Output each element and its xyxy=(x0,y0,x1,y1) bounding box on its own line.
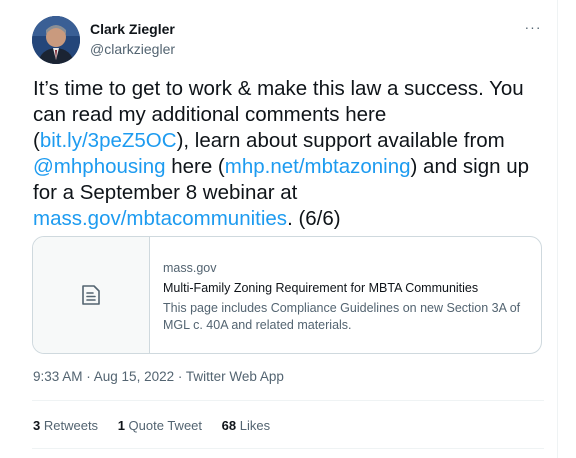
document-icon xyxy=(82,285,100,305)
retweets-label: Retweets xyxy=(43,418,99,433)
tweet-text-part: . (6/6) xyxy=(287,207,341,230)
retweets-count: 3 xyxy=(33,418,41,433)
card-domain: mass.gov xyxy=(163,261,217,275)
tweet: Clark Ziegler @clarkziegler ··· It’s tim… xyxy=(0,0,558,458)
quote-tweets-count: 1 xyxy=(117,418,125,433)
avatar-image xyxy=(32,16,80,64)
tweet-text-part: here ( xyxy=(165,155,225,178)
link-card[interactable]: mass.gov Multi-Family Zoning Requirement… xyxy=(32,236,542,354)
divider xyxy=(32,448,544,449)
likes-label: Likes xyxy=(239,418,271,433)
retweets-stat[interactable]: 3 Retweets xyxy=(33,418,98,433)
quote-tweets-label: Quote Tweet xyxy=(128,418,203,433)
engagement-stats: 3 Retweets 1 Quote Tweet 68 Likes xyxy=(33,417,286,435)
divider xyxy=(32,400,544,401)
card-thumbnail xyxy=(33,237,150,353)
mention-mhphousing[interactable]: @mhphousing xyxy=(33,155,166,178)
likes-stat[interactable]: 68 Likes xyxy=(222,418,270,433)
likes-count: 68 xyxy=(221,418,237,433)
card-title: Multi-Family Zoning Requirement for MBTA… xyxy=(163,281,479,295)
author-name[interactable]: Clark Ziegler xyxy=(90,20,175,38)
author-handle[interactable]: @clarkziegler xyxy=(90,40,175,58)
link-bitly[interactable]: bit.ly/3peZ5OC xyxy=(40,129,177,152)
avatar[interactable] xyxy=(32,16,80,64)
tweet-text-part: ), learn about support available from xyxy=(176,129,505,152)
link-mass-gov[interactable]: mass.gov/mbtacommunities xyxy=(33,207,287,230)
more-options-icon[interactable]: ··· xyxy=(522,18,544,36)
quote-tweets-stat[interactable]: 1 Quote Tweet xyxy=(118,418,202,433)
tweet-timestamp[interactable]: 9:33 AM · Aug 15, 2022 · Twitter Web App xyxy=(33,368,284,386)
author-info: Clark Ziegler @clarkziegler xyxy=(90,20,175,58)
link-mhp[interactable]: mhp.net/mbtazoning xyxy=(225,155,411,178)
card-body: mass.gov Multi-Family Zoning Requirement… xyxy=(163,260,533,334)
card-description: This page includes Compliance Guidelines… xyxy=(163,301,521,332)
tweet-text: It’s time to get to work & make this law… xyxy=(33,76,548,232)
